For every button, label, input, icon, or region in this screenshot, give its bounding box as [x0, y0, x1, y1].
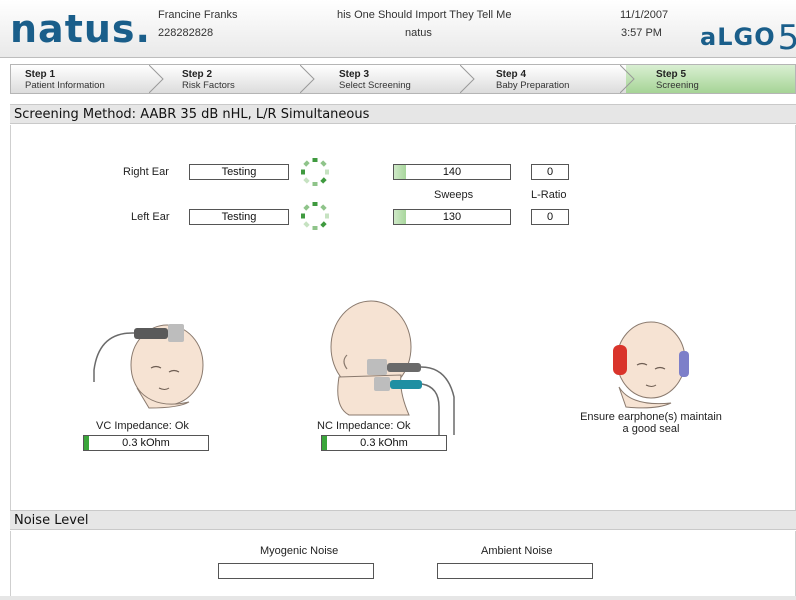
natus-logo: natus. — [10, 7, 151, 51]
noise-level-title: Noise Level — [10, 510, 796, 530]
step-separator-icon — [620, 65, 635, 93]
screening-panel: Right Ear Testing 140 0 Sweeps L-Ratio L… — [10, 125, 796, 510]
step-separator-icon — [300, 65, 315, 93]
patient-id: 228282828 — [158, 27, 214, 39]
patient-name: Francine Franks — [158, 9, 238, 21]
step-title: Step 2 — [182, 69, 213, 80]
step-title: Step 4 — [496, 69, 527, 80]
step-label: Select Screening — [339, 80, 411, 91]
step-3[interactable]: Step 3 Select Screening — [306, 65, 466, 93]
session-title: his One Should Import They Tell Me — [337, 9, 512, 21]
vc-impedance-value: 0.3 kOhm — [122, 437, 170, 449]
nc-electrode-baby-icon — [330, 300, 455, 435]
spinner-segment — [303, 221, 310, 228]
spinner-segment — [312, 202, 318, 206]
right-sweeps-value: 140 — [442, 166, 462, 178]
step-title: Step 1 — [25, 69, 56, 80]
spinner-segment — [320, 160, 327, 167]
spinner-segment — [312, 182, 318, 186]
right-lratio-value: 0 — [531, 164, 569, 180]
left-ear-progress-spinner-icon — [301, 202, 329, 230]
left-sweeps-meter: 130 — [393, 209, 511, 225]
ambient-noise-label: Ambient Noise — [481, 545, 553, 557]
left-sweeps-value: 130 — [442, 211, 462, 223]
vc-electrode-baby-icon — [93, 324, 204, 409]
spinner-segment — [301, 169, 305, 175]
nc-impedance-meter: 0.3 kOhm — [321, 435, 447, 451]
earphone-note: Ensure earphone(s) maintain a good seal — [576, 411, 726, 435]
spinner-segment — [312, 226, 318, 230]
step-2[interactable]: Step 2 Risk Factors — [156, 65, 306, 93]
right-ear-label: Right Ear — [123, 166, 169, 178]
spinner-segment — [320, 204, 327, 211]
step-label: Risk Factors — [182, 80, 235, 91]
header-time: 3:57 PM — [621, 27, 662, 39]
algo-logo: aLGO5 — [700, 18, 796, 58]
step-separator-icon — [149, 65, 164, 93]
lratio-label: L-Ratio — [531, 189, 567, 201]
right-ear-progress-spinner-icon — [301, 158, 329, 186]
bottom-border — [0, 596, 796, 600]
nc-impedance-value: 0.3 kOhm — [360, 437, 408, 449]
left-ear-label: Left Ear — [131, 211, 170, 223]
vc-impedance-meter: 0.3 kOhm — [83, 435, 209, 451]
spinner-segment — [320, 177, 327, 184]
screening-method-title: Screening Method: AABR 35 dB nHL, L/R Si… — [10, 104, 796, 124]
step-4[interactable]: Step 4 Baby Preparation — [466, 65, 626, 93]
earphone-note-line2: a good seal — [622, 423, 680, 435]
left-ear-status: Testing — [189, 209, 289, 225]
ambient-noise-meter — [437, 563, 593, 579]
spinner-segment — [312, 158, 318, 162]
spinner-segment — [325, 169, 329, 175]
session-subtitle: natus — [405, 27, 432, 39]
left-lratio-value: 0 — [531, 209, 569, 225]
nc-impedance-label: NC Impedance: Ok — [317, 420, 411, 432]
right-sweeps-meter: 140 — [393, 164, 511, 180]
step-title: Step 3 — [339, 69, 370, 80]
myogenic-noise-meter — [218, 563, 374, 579]
right-ear-status: Testing — [189, 164, 289, 180]
spinner-segment — [325, 213, 329, 219]
step-label: Patient Information — [25, 80, 105, 91]
step-1[interactable]: Step 1 Patient Information — [11, 65, 156, 93]
spinner-segment — [303, 160, 310, 167]
spinner-segment — [320, 221, 327, 228]
step-separator-icon — [460, 65, 475, 93]
sweeps-label: Sweeps — [434, 189, 474, 201]
myogenic-noise-label: Myogenic Noise — [260, 545, 339, 557]
step-navigation: Step 1 Patient Information Step 2 Risk F… — [10, 64, 796, 94]
spinner-segment — [301, 213, 305, 219]
vc-impedance-label: VC Impedance: Ok — [96, 420, 189, 432]
noise-level-panel: Myogenic Noise Ambient Noise — [10, 531, 796, 596]
step-title: Step 5 — [656, 69, 687, 80]
spinner-segment — [303, 177, 310, 184]
header-bar: natus. Francine Franks 228282828 his One… — [0, 0, 796, 58]
spinner-segment — [303, 204, 310, 211]
header-date: 11/1/2007 — [620, 9, 669, 21]
step-5[interactable]: Step 5 Screening — [626, 65, 795, 93]
step-label: Screening — [656, 80, 699, 91]
step-label: Baby Preparation — [496, 80, 570, 91]
earphone-baby-icon — [613, 321, 689, 409]
earphone-note-line1: Ensure earphone(s) maintain — [580, 411, 722, 423]
